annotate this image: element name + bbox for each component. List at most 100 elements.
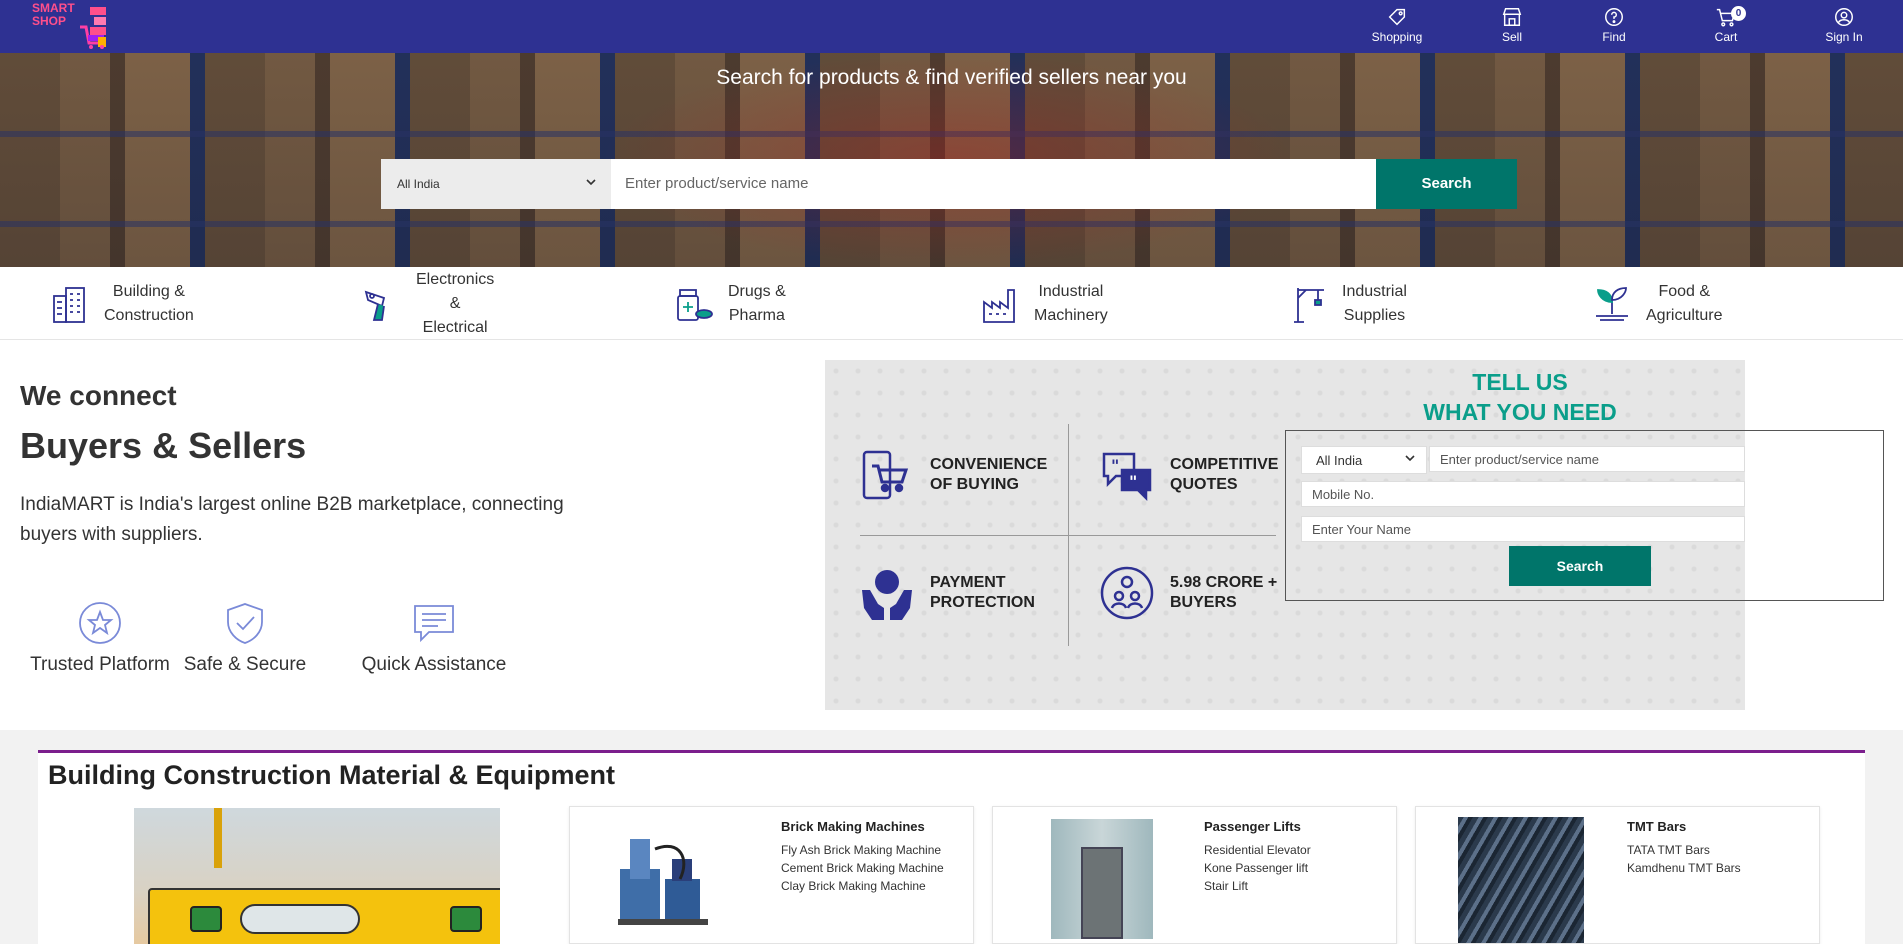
- svg-text:": ": [1111, 456, 1119, 475]
- chevron-down-icon: [1405, 455, 1415, 462]
- chevron-down-icon: [586, 179, 596, 186]
- nav-cart[interactable]: 0 Cart: [1686, 6, 1766, 44]
- shield-check-icon: [227, 603, 263, 644]
- quote-bubbles-icon: "": [1102, 452, 1152, 502]
- form-name-input[interactable]: Enter Your Name: [1301, 516, 1745, 542]
- nav-find[interactable]: Find: [1574, 6, 1654, 44]
- nav-sell[interactable]: Sell: [1472, 6, 1552, 44]
- category-food-agriculture[interactable]: Food & Agriculture: [1592, 267, 1722, 340]
- crane-shape: [214, 808, 254, 868]
- product-title: Brick Making Machines: [781, 819, 925, 834]
- product-subitem[interactable]: Cement Brick Making Machine: [781, 859, 944, 877]
- level-hole: [240, 904, 360, 934]
- benefit-label: CONVENIENCE OF BUYING: [930, 456, 1048, 493]
- category-drugs-pharma[interactable]: Drugs & Pharma: [674, 267, 786, 340]
- cart-count-badge: 0: [1731, 6, 1746, 21]
- building-icon: [53, 286, 85, 323]
- nav-label: Shopping: [1371, 30, 1423, 44]
- hero-search-input[interactable]: Enter product/service name: [611, 159, 1376, 209]
- tell-us-title: TELL US WHAT YOU NEED: [1423, 369, 1617, 425]
- benefit-label: PAYMENT PROTECTION: [930, 574, 1035, 611]
- tag-icon: [1388, 8, 1406, 26]
- feature-quick-assistance: Quick Assistance: [356, 600, 512, 676]
- level-tool-shape: [148, 888, 500, 944]
- shopping-cart-logo-icon: [80, 7, 106, 49]
- benefit-buyers-count: 5.98 CRORE + BUYERS: [1098, 564, 1290, 622]
- benefit-label: 5.98 CRORE + BUYERS: [1170, 574, 1278, 611]
- nav-label: Sell: [1501, 30, 1522, 44]
- product-subitem[interactable]: Stair Lift: [1204, 877, 1311, 895]
- brick-machine-icon: [618, 839, 708, 925]
- hero-location-select[interactable]: All India: [381, 159, 611, 209]
- product-subitem[interactable]: Fly Ash Brick Making Machine: [781, 841, 944, 859]
- category-building-construction[interactable]: Building & Construction: [50, 267, 194, 340]
- logo-text: SMART SHOP: [32, 1, 75, 28]
- benefit-label: COMPETITIVE QUOTES: [1170, 456, 1279, 493]
- product-subitems: TATA TMT Bars Kamdhenu TMT Bars: [1627, 841, 1741, 877]
- form-product-input[interactable]: Enter product/service name: [1429, 446, 1745, 472]
- product-subitem[interactable]: Kamdhenu TMT Bars: [1627, 859, 1741, 877]
- level-vial: [450, 906, 482, 932]
- category-industrial-supplies[interactable]: Industrial Supplies: [1288, 267, 1407, 340]
- lift-door-shape: [1081, 847, 1123, 939]
- category-label: Industrial Supplies: [1342, 282, 1407, 324]
- benefit-competitive-quotes: " " COMPETITIVE QUOTES: [1098, 446, 1290, 504]
- plant-icon: [1596, 286, 1628, 321]
- level-vial: [190, 906, 222, 932]
- product-subitem[interactable]: Clay Brick Making Machine: [781, 877, 944, 895]
- product-subitem[interactable]: Kone Passenger lift: [1204, 859, 1311, 877]
- hands-protect-icon: [862, 570, 912, 620]
- product-subitems: Fly Ash Brick Making Machine Cement Bric…: [781, 841, 944, 895]
- star-badge-icon: [79, 602, 121, 644]
- product-subitem[interactable]: TATA TMT Bars: [1627, 841, 1741, 859]
- category-label: Industrial Machinery: [1034, 282, 1108, 324]
- product-title: TMT Bars: [1627, 819, 1687, 834]
- category-label: Drugs & Pharma: [728, 282, 786, 324]
- product-card-passenger-lifts[interactable]: Passenger Lifts Residential Elevator Kon…: [992, 806, 1397, 944]
- svg-text:": ": [1129, 472, 1137, 491]
- storefront-icon: [1502, 8, 1522, 26]
- form-mobile-input[interactable]: Mobile No.: [1301, 481, 1745, 507]
- product-subitems: Residential Elevator Kone Passenger lift…: [1204, 841, 1311, 895]
- intro-subheading: Buyers & Sellers: [20, 425, 307, 466]
- hero-title: Search for products & find verified sell…: [716, 66, 1187, 89]
- feature-label: Trusted Platform: [30, 654, 170, 675]
- chat-icon: [414, 605, 454, 643]
- top-navbar: SMART SHOP Shopping Sell Find 0 Cart Sig…: [0, 0, 1903, 53]
- nav-shopping[interactable]: Shopping: [1357, 6, 1437, 44]
- form-search-button[interactable]: Search: [1509, 546, 1651, 586]
- category-electronics-electrical[interactable]: Electronics & Electrical: [362, 267, 494, 340]
- nav-sign-in[interactable]: Sign In: [1804, 6, 1884, 44]
- tmt-bars-image: [1458, 817, 1584, 943]
- hero-search-button[interactable]: Search: [1376, 159, 1517, 209]
- feature-label: Quick Assistance: [361, 654, 507, 675]
- help-circle-icon: [1605, 8, 1623, 26]
- product-card-brick-making[interactable]: Brick Making Machines Fly Ash Brick Maki…: [569, 806, 974, 944]
- nav-label: Cart: [1714, 30, 1738, 44]
- location-value: All India: [397, 177, 440, 191]
- crane-icon: [1294, 287, 1324, 323]
- feature-trusted-platform: Trusted Platform: [28, 600, 172, 676]
- logo[interactable]: SMART SHOP: [30, 2, 110, 52]
- user-circle-icon: [1835, 8, 1853, 26]
- form-location-select[interactable]: All India: [1301, 446, 1427, 474]
- product-card-tmt-bars[interactable]: TMT Bars TATA TMT Bars Kamdhenu TMT Bars: [1415, 806, 1820, 944]
- feature-safe-secure: Safe & Secure: [180, 600, 310, 676]
- medicine-icon: [677, 288, 713, 321]
- brick-machine-image: [610, 819, 720, 939]
- factory-icon: [983, 288, 1015, 323]
- nav-label: Sign In: [1825, 30, 1863, 44]
- category-strip: Building & Construction Electronics & Elect…: [0, 267, 1903, 340]
- drill-icon: [364, 290, 386, 321]
- benefit-convenience: CONVENIENCE OF BUYING: [858, 446, 1050, 504]
- section-title: Building Construction Material & Equipme…: [48, 760, 615, 790]
- spirit-level-image[interactable]: [134, 808, 500, 944]
- product-subitem[interactable]: Residential Elevator: [1204, 841, 1311, 859]
- category-label: Electronics & Electrical: [416, 270, 495, 336]
- benefit-payment-protection: PAYMENT PROTECTION: [858, 564, 1050, 622]
- users-circle-icon: [1100, 566, 1154, 620]
- category-industrial-machinery[interactable]: Industrial Machinery: [980, 267, 1108, 340]
- lift-image: [1051, 819, 1153, 939]
- category-label: Food & Agriculture: [1646, 282, 1723, 324]
- category-label: Building & Construction: [104, 282, 194, 324]
